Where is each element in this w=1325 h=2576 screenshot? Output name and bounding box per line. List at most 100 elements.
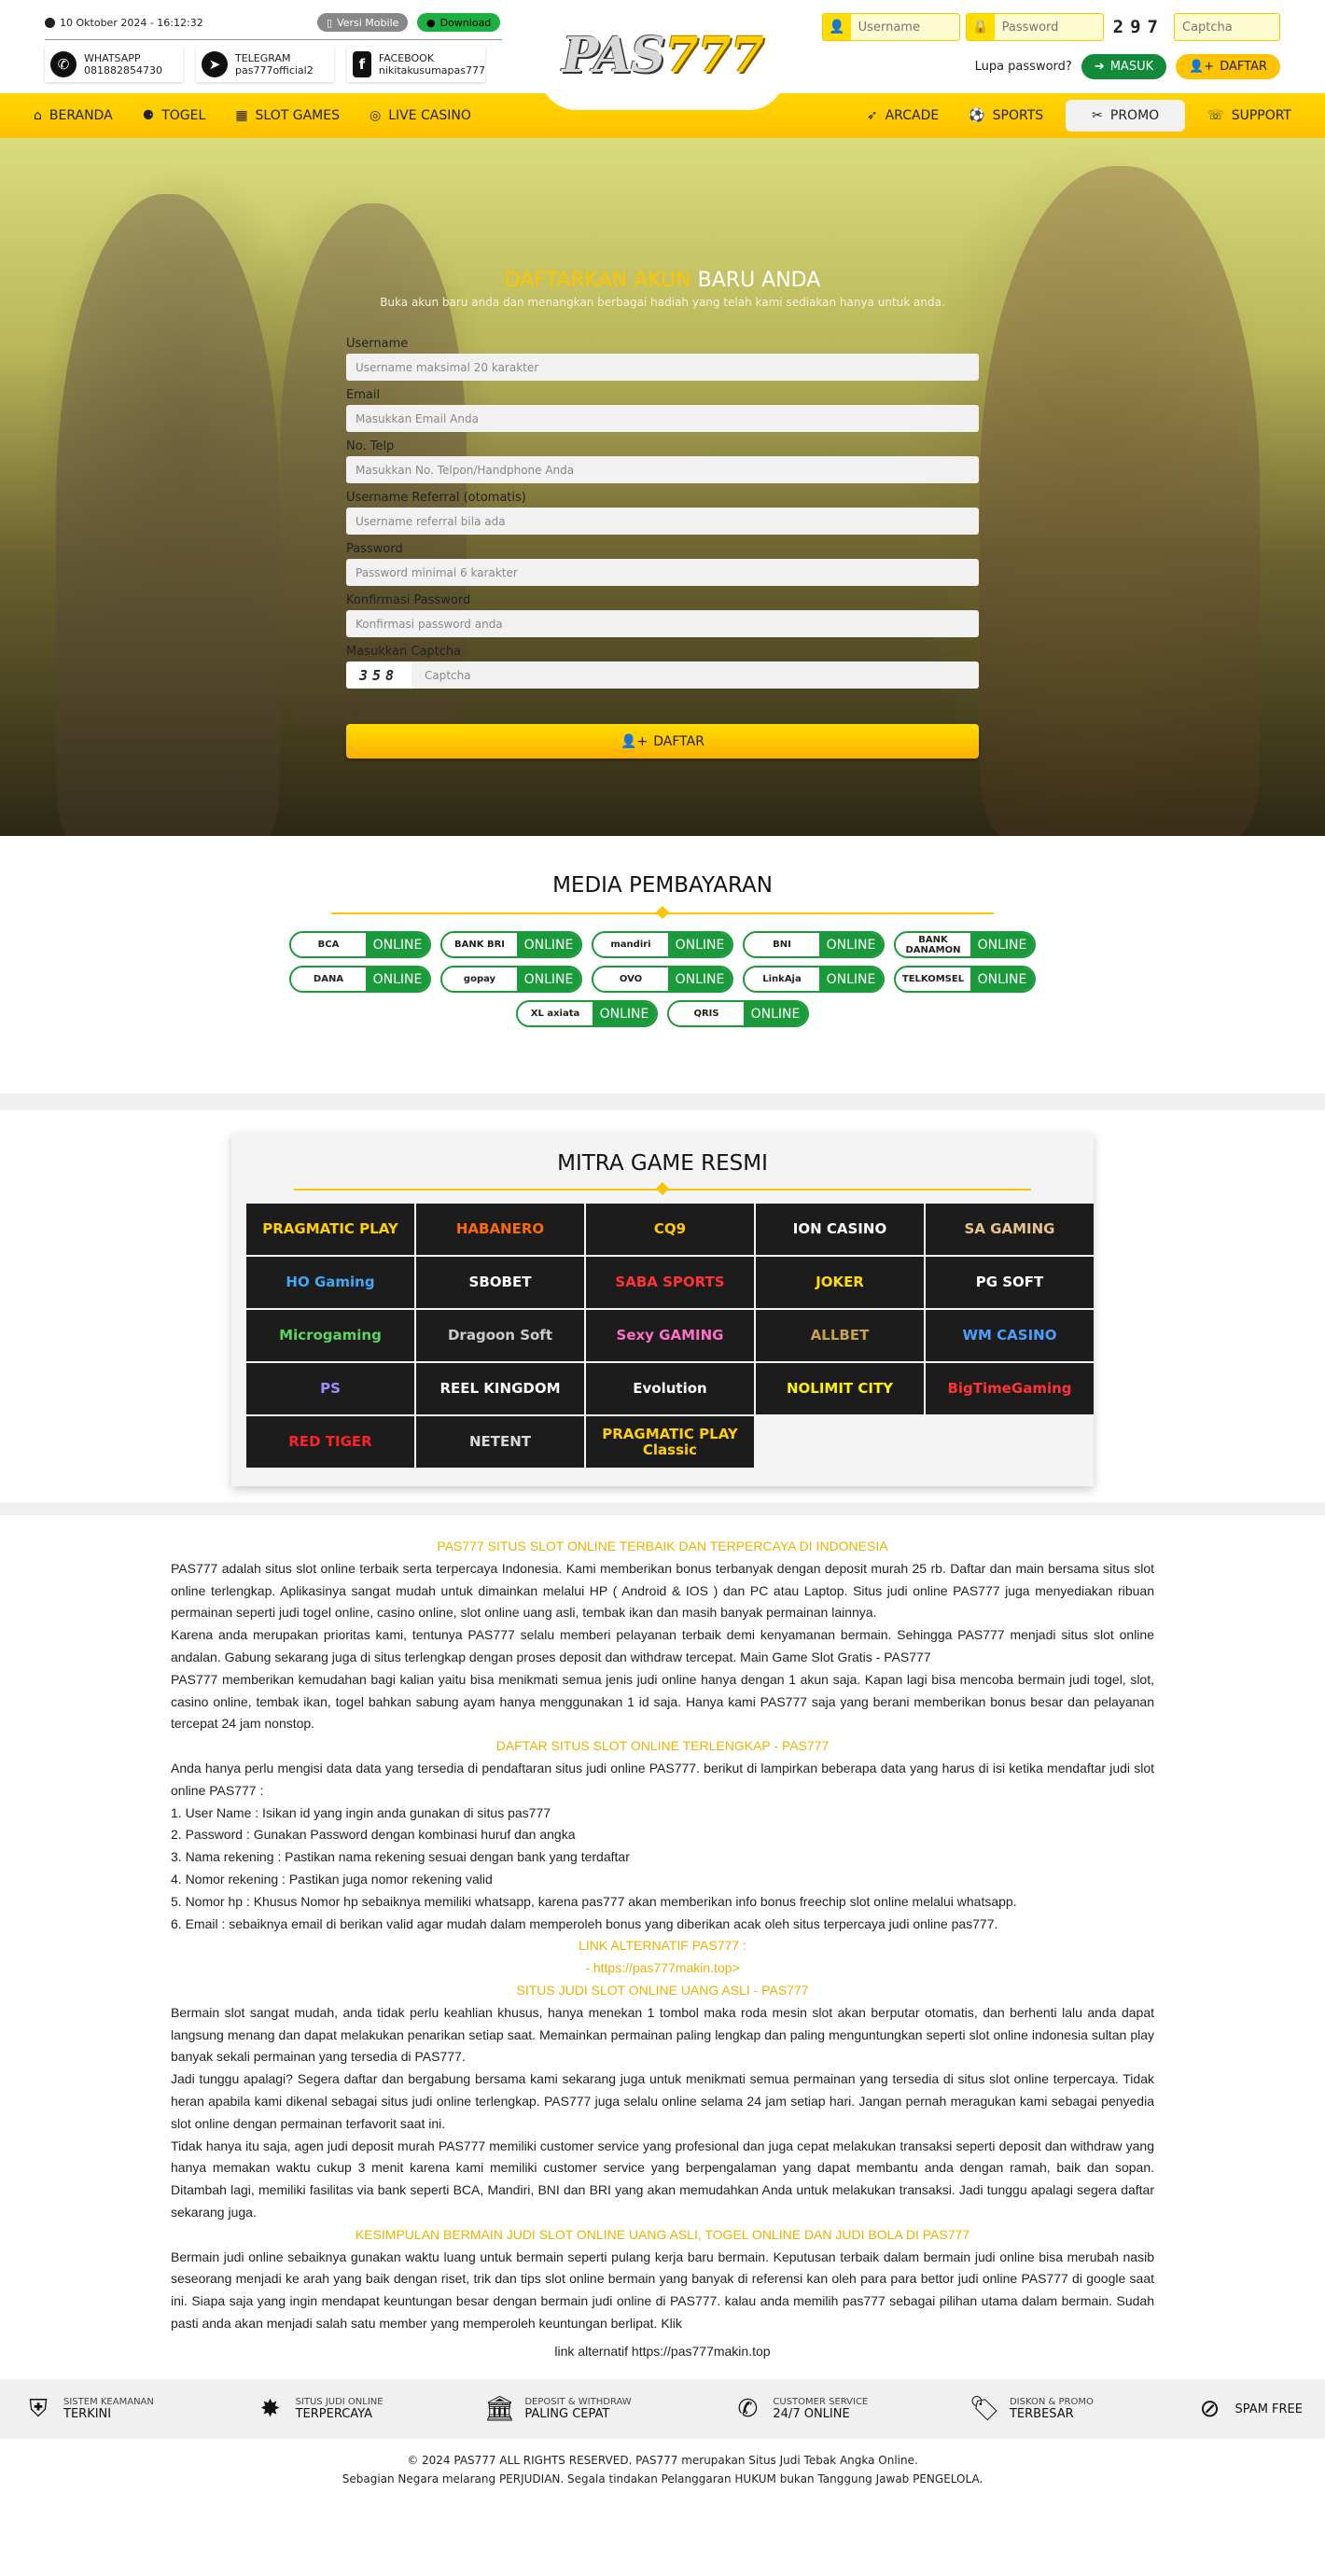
contact-value: pas777official2 bbox=[235, 64, 314, 77]
contact-label: TELEGRAM bbox=[235, 51, 291, 64]
partner-logo[interactable]: REEL KINGDOM bbox=[416, 1363, 584, 1414]
partner-logo[interactable]: PS bbox=[246, 1363, 414, 1414]
partner-logo[interactable]: ALLBET bbox=[756, 1310, 924, 1361]
username-input[interactable] bbox=[850, 14, 959, 40]
login-button[interactable]: ➔ MASUK bbox=[1081, 54, 1167, 79]
partners-box: MITRA GAME RESMI PRAGMATIC PLAY HABANERO C… bbox=[231, 1133, 1094, 1486]
partner-logo[interactable]: JOKER bbox=[756, 1257, 924, 1308]
badge-icon: ✸ bbox=[259, 2395, 281, 2424]
reg-password-input[interactable]: Password minimal 6 karakter bbox=[346, 559, 979, 586]
partner-logo[interactable]: SA GAMING bbox=[926, 1204, 1094, 1255]
reg-phone-input[interactable]: Masukkan No. Telpon/Handphone Anda bbox=[346, 456, 979, 483]
bank-logo: BANK BRI bbox=[442, 933, 517, 956]
article-paragraph: Karena anda merupakan prioritas kami, te… bbox=[171, 1627, 1154, 1664]
partner-logo[interactable]: HABANERO bbox=[416, 1204, 584, 1255]
nav-arcade[interactable]: ➶ ARCADE bbox=[852, 100, 954, 132]
bank-item: BCA ONLINE bbox=[289, 931, 431, 958]
logo[interactable]: PAS777 bbox=[539, 0, 786, 110]
contact-whatsapp[interactable]: ✆ WHATSAPP 081882854730 bbox=[45, 47, 183, 82]
nav-togel[interactable]: ⚈ TOGEL bbox=[128, 100, 221, 132]
nav-beranda[interactable]: ⌂ BERANDA bbox=[19, 100, 128, 132]
nav-promo[interactable]: ✂ PROMO bbox=[1066, 100, 1186, 132]
bank-item: BANK DANAMON ONLINE bbox=[894, 931, 1036, 958]
partner-logo[interactable]: PG SOFT bbox=[926, 1257, 1094, 1308]
register-submit-button[interactable]: 👤+ DAFTAR bbox=[346, 724, 979, 759]
bank-status: ONLINE bbox=[668, 968, 732, 991]
article-paragraph: PAS777 adalah situs slot online terbaik … bbox=[171, 1560, 1154, 1621]
feature-title: TERBESAR bbox=[1009, 2407, 1074, 2422]
bank-status: ONLINE bbox=[593, 1002, 656, 1025]
nav-support[interactable]: ☏ SUPPORT bbox=[1192, 100, 1306, 132]
partner-logo[interactable]: Dragoon Soft bbox=[416, 1310, 584, 1361]
reg-captcha-input[interactable]: Captcha bbox=[411, 661, 979, 689]
mobile-version-button[interactable]: ▯ Versi Mobile bbox=[317, 13, 409, 32]
list-item: 4. Nomor rekening : Pastikan juga nomor … bbox=[171, 1871, 493, 1887]
reg-username-input[interactable]: Username maksimal 20 karakter bbox=[346, 354, 979, 381]
nav-slot-games[interactable]: ▦ SLOT GAMES bbox=[220, 100, 355, 132]
bank-status: ONLINE bbox=[970, 933, 1034, 956]
hero-model-image bbox=[980, 166, 1260, 836]
contact-telegram[interactable]: ➤ TELEGRAM pas777official2 bbox=[196, 47, 334, 82]
field-label: Password bbox=[346, 542, 403, 556]
partner-logo[interactable]: CQ9 bbox=[586, 1204, 754, 1255]
reg-confirm-password-input[interactable]: Konfirmasi password anda bbox=[346, 610, 979, 637]
partner-logo[interactable]: HO Gaming bbox=[246, 1257, 414, 1308]
disclaimer: Sebagian Negara melarang PERJUDIAN. Sega… bbox=[342, 2472, 983, 2485]
bank-item: XL axiata ONLINE bbox=[516, 1000, 658, 1027]
bank-status: ONLINE bbox=[668, 933, 732, 956]
headset-icon: ☏ bbox=[1207, 108, 1224, 123]
bank-icon: 🏛 bbox=[483, 2395, 515, 2424]
contact-facebook[interactable]: f FACEBOOK nikitakusumapas777 bbox=[347, 47, 485, 82]
rocket-icon: ➶ bbox=[866, 108, 878, 123]
tag-icon: 🏷 bbox=[969, 2395, 1000, 2424]
seo-article: PAS777 SITUS SLOT ONLINE TERBAIK DAN TER… bbox=[171, 1515, 1154, 2362]
feature-item: 🏛 DEPOSIT & WITHDRAW PALING CEPAT bbox=[483, 2393, 632, 2425]
article-heading: DAFTAR SITUS SLOT ONLINE TERLENGKAP - PA… bbox=[495, 1738, 830, 1754]
login-label: MASUK bbox=[1109, 60, 1154, 74]
list-item: 6. Email : sebaiknya email di berikan va… bbox=[171, 1915, 998, 1931]
password-input[interactable] bbox=[994, 14, 1103, 40]
bank-logo: OVO bbox=[593, 968, 668, 991]
bank-item: BANK BRI ONLINE bbox=[440, 931, 582, 958]
partner-logo[interactable]: PRAGMATIC PLAY bbox=[246, 1204, 414, 1255]
nav-label: SUPPORT bbox=[1231, 108, 1291, 123]
partner-logo[interactable]: NOLIMIT CITY bbox=[756, 1363, 924, 1414]
bank-item: TELKOMSEL ONLINE bbox=[894, 966, 1036, 993]
forgot-password-link[interactable]: Lupa password? bbox=[975, 60, 1072, 74]
partner-logo[interactable]: WM CASINO bbox=[926, 1310, 1094, 1361]
partner-logo[interactable]: SABA SPORTS bbox=[586, 1257, 754, 1308]
nav-live-casino[interactable]: ◎ LIVE CASINO bbox=[355, 100, 486, 132]
hero-model-image bbox=[56, 194, 280, 836]
nav-label: LIVE CASINO bbox=[388, 108, 471, 123]
list-item: 2. Password : Gunakan Password dengan ko… bbox=[171, 1827, 576, 1843]
bank-logo: mandiri bbox=[593, 933, 668, 956]
captcha-input[interactable] bbox=[1175, 14, 1279, 40]
copyright: © 2024 PAS777 ALL RIGHTS RESERVED. PAS77… bbox=[407, 2454, 918, 2468]
reg-email-input[interactable]: Masukkan Email Anda bbox=[346, 405, 979, 432]
login-actions: Lupa password? ➔ MASUK 👤+ DAFTAR bbox=[975, 54, 1280, 79]
partner-logo[interactable]: NETENT bbox=[416, 1416, 584, 1468]
soccer-ball-icon: ⚽ bbox=[969, 108, 985, 123]
alt-link-footer[interactable]: link alternatif https://pas777makin.top bbox=[171, 2341, 1154, 2363]
feature-title: TERPERCAYA bbox=[295, 2407, 372, 2422]
partner-logo[interactable]: Sexy GAMING bbox=[586, 1310, 754, 1361]
bank-logo: gopay bbox=[442, 968, 517, 991]
partner-logo[interactable]: SBOBET bbox=[416, 1257, 584, 1308]
partner-logo[interactable]: RED TIGER bbox=[246, 1416, 414, 1468]
nav-label: ARCADE bbox=[885, 108, 940, 123]
reg-referral-input[interactable]: Username referral bila ada bbox=[346, 508, 979, 535]
download-button[interactable]: ● Download bbox=[417, 13, 501, 32]
partner-logo[interactable]: PRAGMATIC PLAY Classic bbox=[586, 1416, 754, 1468]
partner-logo[interactable]: Microgaming bbox=[246, 1310, 414, 1361]
slot-machine-icon: ▦ bbox=[235, 108, 248, 123]
partner-logo[interactable]: Evolution bbox=[586, 1363, 754, 1414]
nav-label: SLOT GAMES bbox=[255, 108, 340, 123]
username-field: 👤 bbox=[821, 13, 960, 41]
alt-link[interactable]: - https://pas777makin.top> bbox=[171, 1957, 1154, 1980]
register-button[interactable]: 👤+ DAFTAR bbox=[1176, 54, 1280, 79]
nav-sports[interactable]: ⚽ SPORTS bbox=[954, 100, 1058, 132]
partner-logo[interactable]: ION CASINO bbox=[756, 1204, 924, 1255]
partner-logo[interactable]: BigTimeGaming bbox=[926, 1363, 1094, 1414]
article-heading: SITUS JUDI SLOT ONLINE UANG ASLI - PAS77… bbox=[516, 1982, 809, 1998]
field-label: Username Referral (otomatis) bbox=[346, 491, 526, 505]
